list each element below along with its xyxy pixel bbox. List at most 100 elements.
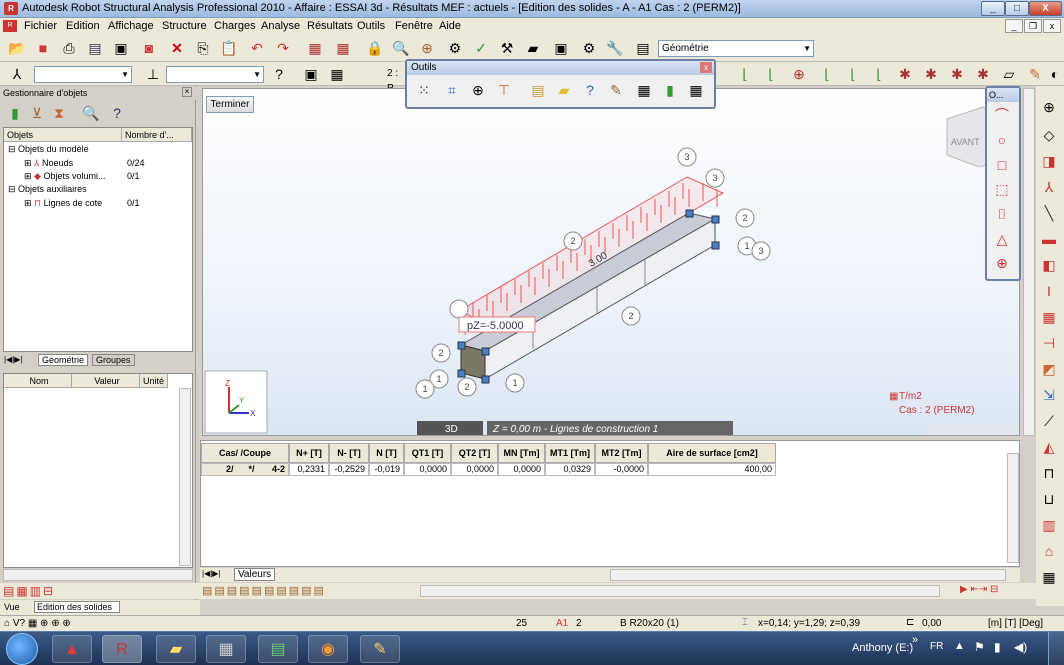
calculator-icon[interactable]: ▦	[306, 39, 324, 57]
selection-icon[interactable]: ⅄	[8, 65, 26, 83]
analysis-icon[interactable]: ⚒	[498, 39, 516, 57]
results-nav-icons[interactable]: ▶ ⇤⇥ ⊟	[960, 584, 998, 595]
collapse-icon[interactable]: ⊟	[8, 184, 18, 194]
left-tool-icons[interactable]: ▤▦▥⊟	[3, 584, 55, 598]
col-mt1[interactable]: MT1 [Tm]	[545, 443, 595, 463]
search-icon[interactable]: 🔍	[82, 104, 100, 122]
show-desktop-button[interactable]	[1048, 632, 1064, 665]
taskbar-app-robot[interactable]: R	[102, 635, 142, 663]
tab-nav-arrows[interactable]: |◀|▶|	[4, 355, 23, 364]
menu-charges[interactable]: Charges	[214, 20, 256, 32]
design-icon[interactable]: ▣	[552, 39, 570, 57]
help-cursor-icon[interactable]: ?	[270, 65, 288, 83]
axis-z-icon[interactable]: ⌊	[762, 65, 780, 83]
supports-icon[interactable]: ⊤	[495, 81, 513, 99]
grid-dots-icon[interactable]: ⁙	[415, 81, 433, 99]
screen-capture-icon[interactable]: ▣	[112, 39, 130, 57]
copy-icon[interactable]: ⎘	[194, 39, 212, 57]
help-circle-icon[interactable]: ?	[581, 81, 599, 99]
tab-geometrie[interactable]: Géométrie	[38, 354, 89, 366]
edition-field[interactable]: Edition des solides	[34, 601, 120, 613]
table-tool-icon[interactable]: ▤	[529, 81, 547, 99]
calculator-tool-icon[interactable]: ▦	[635, 81, 653, 99]
col-n[interactable]: N [T]	[369, 443, 404, 463]
table-row-header[interactable]: 2/ */ 4-2	[201, 463, 289, 476]
volume-tool-icon[interactable]: ◧	[1040, 256, 1058, 274]
col-cas-coupe[interactable]: Cas/ /Coupe	[201, 443, 289, 463]
tree-item-objets-modele[interactable]: ⊟ Objets du modèle	[8, 144, 89, 155]
table-cell[interactable]: 0,0000	[498, 463, 545, 476]
col-aire[interactable]: Aire de surface [cm2]	[648, 443, 776, 463]
menu-aide[interactable]: Aide	[439, 20, 461, 32]
network-icon[interactable]: ▮	[994, 640, 1001, 654]
release-tool-icon[interactable]: ⊣	[1040, 334, 1058, 352]
view2-icon[interactable]: ▦	[328, 65, 346, 83]
results-icon[interactable]: ▰	[524, 39, 542, 57]
tab-groupes[interactable]: Groupes	[92, 354, 135, 366]
axis-y-icon[interactable]: ⌊	[736, 65, 754, 83]
minimize-button[interactable]: _	[981, 1, 1005, 16]
table-cell[interactable]: 0,2331	[289, 463, 329, 476]
lock-icon[interactable]: 🔒	[366, 39, 384, 57]
camera-icon[interactable]: ◙	[140, 39, 158, 57]
rectangle-icon[interactable]: □	[993, 156, 1011, 174]
tree-item-noeuds[interactable]: ⊞ ⅄ Noeuds	[24, 158, 73, 169]
table-hscrollbar[interactable]	[610, 569, 1006, 581]
check-icon[interactable]: ✓	[472, 39, 490, 57]
nodes4-icon[interactable]: ✱	[974, 65, 992, 83]
expand-icon[interactable]: ⊞	[24, 198, 34, 208]
col-valeur[interactable]: Valeur	[72, 374, 140, 388]
tray-arrow-icon[interactable]: ▲	[954, 640, 965, 652]
axis-xy-icon[interactable]: ⌊	[844, 65, 862, 83]
col-mt2[interactable]: MT2 [Tm]	[595, 443, 648, 463]
taskbar-app-paint[interactable]: ✎	[360, 635, 400, 663]
redo-icon[interactable]: ↷	[274, 39, 292, 57]
view-icon[interactable]: ▣	[302, 65, 320, 83]
tree-item-lignes-cote[interactable]: ⊞ ⊓ Lignes de cote	[24, 198, 102, 209]
col-nombre[interactable]: Nombre d'...	[122, 128, 192, 142]
properties-hscrollbar[interactable]	[3, 569, 193, 581]
tab-valeurs[interactable]: Valeurs	[234, 568, 276, 581]
layout-icon[interactable]: ▤	[634, 39, 652, 57]
load-tool-icon[interactable]: ⇲	[1040, 386, 1058, 404]
delete-icon[interactable]: ✕	[168, 39, 186, 57]
notes-icon[interactable]: ✎	[607, 81, 625, 99]
results-hscrollbar[interactable]	[420, 585, 940, 597]
support-tool-icon[interactable]: ⅄	[1040, 178, 1058, 196]
library-tool-icon[interactable]: ▥	[1040, 516, 1058, 534]
col-objets[interactable]: Objets	[4, 128, 122, 142]
expand-icon[interactable]: ⊞	[24, 171, 34, 181]
col-nom[interactable]: Nom	[4, 374, 72, 388]
axis-xz-icon[interactable]: ⌊	[870, 65, 888, 83]
save-icon[interactable]: ■	[34, 39, 52, 57]
col-unite[interactable]: Unité	[140, 374, 168, 388]
panel-tool-icon[interactable]: ◨	[1040, 152, 1058, 170]
print-preview-icon[interactable]: ▤	[86, 39, 104, 57]
solid-tool-icon[interactable]: ▬	[1040, 230, 1058, 248]
terminer-button[interactable]: Terminer	[206, 96, 254, 113]
col-qt2[interactable]: QT2 [T]	[451, 443, 498, 463]
node-tool-icon[interactable]: ⊕	[1040, 98, 1058, 116]
arc-icon[interactable]: ⌒	[993, 106, 1011, 124]
maximize-button[interactable]: □	[1005, 1, 1029, 16]
taskbar-app-books[interactable]: ▤	[258, 635, 298, 663]
bar-combo[interactable]: ▼	[166, 66, 264, 83]
col-n-minus[interactable]: N- [T]	[329, 443, 369, 463]
box-icon[interactable]: ▱	[1000, 65, 1018, 83]
nodes-icon[interactable]: ✱	[896, 65, 914, 83]
print-icon[interactable]: ⎙	[60, 39, 78, 57]
node-info-icon[interactable]: ⊕	[469, 81, 487, 99]
mdi-restore-button[interactable]: ❐	[1024, 19, 1042, 33]
zoom-icon[interactable]: 🔍	[392, 39, 410, 57]
filter-icon[interactable]: ▮	[6, 104, 24, 122]
truss-tool-icon[interactable]: ⊔	[1040, 490, 1058, 508]
table-vscrollbar[interactable]	[1007, 453, 1019, 563]
menu-structure[interactable]: Structure	[162, 20, 207, 32]
language-indicator[interactable]: FR	[930, 641, 943, 652]
tab-nav-arrows[interactable]: |◀|▶|	[202, 569, 221, 578]
nodes3-icon[interactable]: ✱	[948, 65, 966, 83]
funnel-icon[interactable]: ⊻	[28, 104, 46, 122]
view-tab[interactable]	[927, 423, 1017, 435]
material-tool-icon[interactable]: ▦	[1040, 308, 1058, 326]
flag-icon[interactable]: ⚑	[974, 640, 985, 654]
